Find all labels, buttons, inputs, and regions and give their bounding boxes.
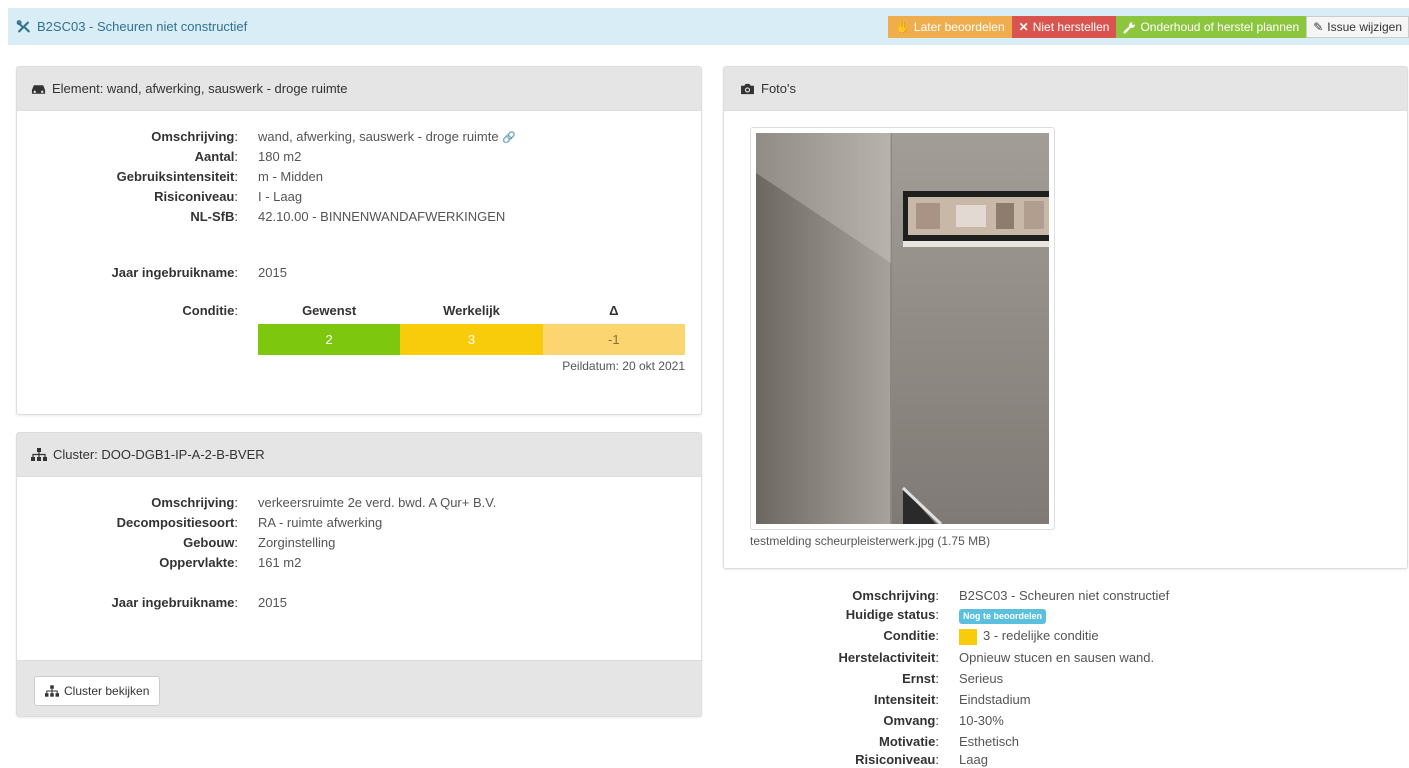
conditie-swatch xyxy=(959,628,977,645)
cluster-jaar-value: 2015 xyxy=(258,595,287,610)
element-jaar-value: 2015 xyxy=(258,265,287,280)
cluster-panel-heading: Cluster: DOO-DGB1-IP-A-2-B-BVER xyxy=(17,433,701,477)
photos-panel: Foto's testmelding scheurpleisterwerk.jp… xyxy=(723,66,1408,569)
sitemap-icon xyxy=(31,448,47,461)
photo-image xyxy=(756,133,1049,524)
cluster-omschrijving-value: verkeersruimte 2e verd. bwd. A Qur+ B.V. xyxy=(258,495,497,510)
element-aantal-label: Aantal xyxy=(17,147,238,167)
conditie-table: Gewenst Werkelijk Δ 2 3 -1 Peildatum: 20… xyxy=(258,301,685,373)
cluster-oppervlakte-label: Oppervlakte xyxy=(17,553,238,573)
issue-actions: ✋ Later beoordelen ✕ Niet herstellen Ond… xyxy=(887,16,1409,38)
issue-status-value: Nog te beoordelen xyxy=(959,605,1047,625)
issue-details: Omschrijving B2SC03 - Scheuren niet cons… xyxy=(723,586,1408,768)
camera-icon xyxy=(741,83,754,94)
cluster-gebouw-value: Zorginstelling xyxy=(258,535,336,550)
car-icon xyxy=(31,84,46,94)
cluster-jaar-label: Jaar ingebruikname xyxy=(17,593,238,613)
conditie-header-werkelijk: Werkelijk xyxy=(443,303,500,318)
later-beoordelen-button[interactable]: ✋ Later beoordelen xyxy=(887,16,1012,38)
cluster-omschrijving-label: Omschrijving xyxy=(17,493,238,513)
issue-motivatie-value: Esthetisch xyxy=(959,734,1019,749)
issue-omvang-value: 10-30% xyxy=(959,713,1004,728)
issue-omschrijving-label: Omschrijving xyxy=(723,586,939,606)
issue-risiconiveau-value: Laag xyxy=(959,752,988,767)
issue-conditie-label: Conditie xyxy=(723,626,939,646)
issue-header-bar: B2SC03 - Scheuren niet constructief ✋ La… xyxy=(8,8,1409,45)
cluster-panel: Cluster: DOO-DGB1-IP-A-2-B-BVER Omschrij… xyxy=(16,432,702,717)
element-jaar-label: Jaar ingebruikname xyxy=(17,263,238,283)
conditie-value-werkelijk: 3 xyxy=(400,324,543,355)
conditie-header-delta: Δ xyxy=(609,303,619,318)
issue-intensiteit-value: Eindstadium xyxy=(959,692,1031,707)
element-gebruiksintensiteit-value: m - Midden xyxy=(258,169,324,184)
onderhoud-plannen-button[interactable]: Onderhoud of herstel plannen xyxy=(1116,16,1307,38)
issue-omschrijving-value: B2SC03 - Scheuren niet constructief xyxy=(959,588,1170,603)
issue-intensiteit-label: Intensiteit xyxy=(723,690,939,710)
element-panel: Element: wand, afwerking, sauswerk - dro… xyxy=(16,66,702,415)
close-icon: ✕ xyxy=(1018,20,1029,34)
link-icon[interactable]: 🔗 xyxy=(502,132,516,144)
element-panel-heading: Element: wand, afwerking, sauswerk - dro… xyxy=(17,67,701,111)
issue-title: B2SC03 - Scheuren niet constructief xyxy=(16,8,247,45)
issue-motivatie-label: Motivatie xyxy=(723,732,939,752)
photos-panel-heading: Foto's xyxy=(724,67,1407,111)
issue-status-label: Huidige status xyxy=(723,605,939,625)
status-badge: Nog te beoordelen xyxy=(959,609,1047,624)
element-risiconiveau-label: Risiconiveau xyxy=(17,187,238,207)
tools-icon xyxy=(16,19,30,32)
issue-risiconiveau-label: Risiconiveau xyxy=(723,750,939,768)
issue-herstelactiviteit-label: Herstelactiviteit xyxy=(723,648,939,668)
element-conditie-label: Conditie xyxy=(17,301,238,321)
photo-caption: testmelding scheurpleisterwerk.jpg (1.75… xyxy=(750,534,991,548)
conditie-header-gewenst: Gewenst xyxy=(302,303,357,318)
issue-conditie-value: 3 - redelijke conditie xyxy=(959,626,1099,646)
cluster-gebouw-label: Gebouw xyxy=(17,533,238,553)
conditie-table-header: Gewenst Werkelijk Δ xyxy=(258,301,685,321)
issue-herstelactiviteit-value: Opnieuw stucen en sausen wand. xyxy=(959,650,1155,665)
cluster-decompositiesoort-value: RA - ruimte afwerking xyxy=(258,515,383,530)
element-nlsfb-label: NL-SfB xyxy=(17,207,238,227)
conditie-value-gewenst: 2 xyxy=(258,324,401,355)
peildatum: Peildatum: 20 okt 2021 xyxy=(562,359,685,373)
element-omschrijving-value: wand, afwerking, sauswerk - droge ruimte… xyxy=(258,129,516,144)
photo-thumbnail[interactable] xyxy=(750,127,1055,530)
cluster-oppervlakte-value: 161 m2 xyxy=(258,555,302,570)
cluster-decompositiesoort-label: Decompositiesoort xyxy=(17,513,238,533)
element-gebruiksintensiteit-label: Gebruiksintensiteit xyxy=(17,167,238,187)
issue-title-text: B2SC03 - Scheuren niet constructief xyxy=(37,19,248,34)
pencil-icon: ✎ xyxy=(1313,20,1324,34)
issue-ernst-label: Ernst xyxy=(723,669,939,689)
element-aantal-value: 180 m2 xyxy=(258,149,302,164)
issue-wijzigen-button[interactable]: ✎ Issue wijzigen xyxy=(1306,16,1409,38)
issue-omvang-label: Omvang xyxy=(723,711,939,731)
hand-icon: ✋ xyxy=(894,20,910,34)
conditie-table-values: 2 3 -1 xyxy=(258,324,685,355)
element-omschrijving-label: Omschrijving xyxy=(17,127,238,147)
conditie-value-delta: -1 xyxy=(542,324,685,355)
element-nlsfb-value: 42.10.00 - BINNENWANDAFWERKINGEN xyxy=(258,209,506,224)
wall-photo-illustration xyxy=(756,133,1049,524)
wrench-icon xyxy=(1123,21,1136,34)
cluster-bekijken-button[interactable]: Cluster bekijken xyxy=(34,676,161,706)
niet-herstellen-button[interactable]: ✕ Niet herstellen xyxy=(1011,16,1117,38)
issue-ernst-value: Serieus xyxy=(959,671,1004,686)
element-risiconiveau-value: I - Laag xyxy=(258,189,303,204)
sitemap-icon xyxy=(45,685,59,697)
